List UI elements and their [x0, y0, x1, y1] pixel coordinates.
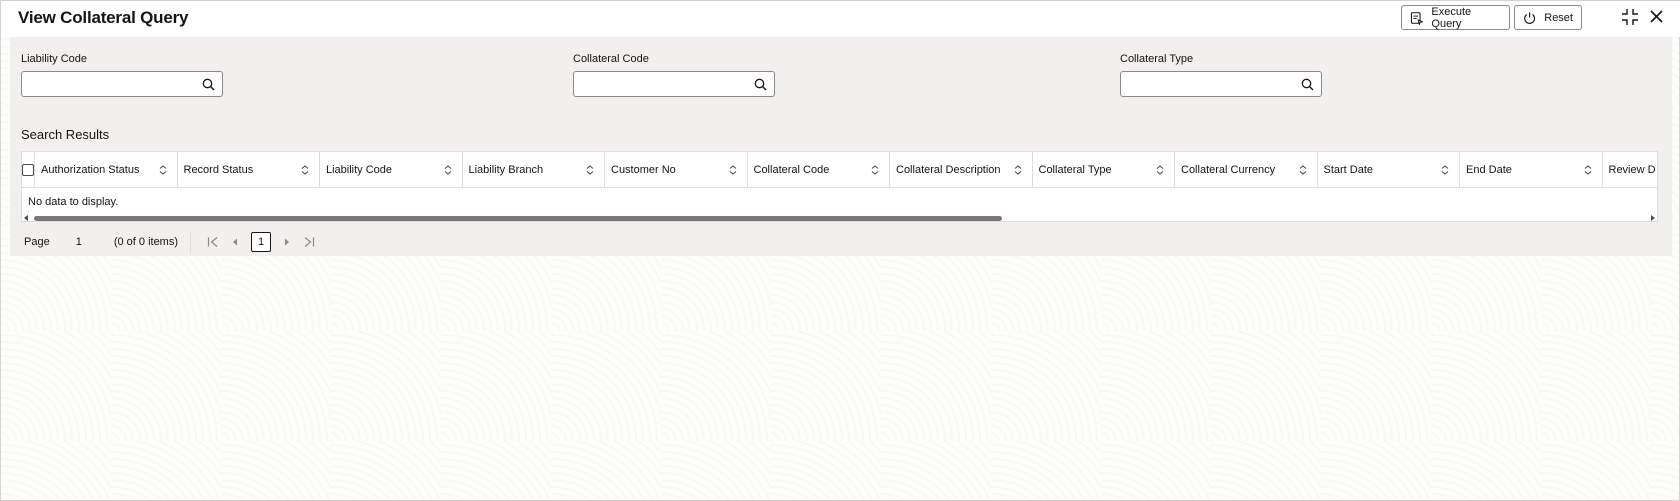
sort-icon[interactable] — [586, 165, 594, 175]
search-results-title: Search Results — [21, 127, 110, 142]
scroll-left-icon[interactable] — [24, 215, 29, 221]
collateral-code-field[interactable] — [573, 71, 775, 97]
execute-query-icon — [1410, 11, 1424, 25]
sort-icon[interactable] — [301, 165, 309, 175]
app-frame: View Collateral Query Execute Query Rese… — [0, 0, 1680, 501]
reset-icon — [1524, 11, 1536, 24]
column-header[interactable]: Start Date — [1318, 152, 1460, 188]
column-header[interactable]: Collateral Currency — [1175, 152, 1318, 188]
table-header: Authorization Status Record Status Liabili… — [22, 152, 1658, 188]
column-header[interactable]: Review D — [1603, 152, 1658, 188]
column-header-label: Record Status — [183, 164, 254, 176]
collateral-code-label: Collateral Code — [573, 53, 649, 65]
column-header-label: Collateral Code — [753, 164, 830, 176]
column-header-label: Customer No — [611, 164, 676, 176]
results-table: Authorization Status Record Status Liabili… — [21, 151, 1658, 222]
column-header-label: Liability Branch — [468, 164, 544, 176]
collateral-type-label: Collateral Type — [1120, 53, 1194, 65]
sort-icon[interactable] — [444, 165, 452, 175]
column-header-label: Start Date — [1323, 164, 1374, 176]
pager-divider — [190, 231, 192, 253]
sort-icon[interactable] — [159, 165, 167, 175]
items-count: (0 of 0 items) — [113, 236, 179, 248]
sort-icon[interactable] — [1299, 165, 1307, 175]
close-icon[interactable] — [1649, 9, 1664, 24]
last-page-icon[interactable] — [303, 237, 315, 247]
sort-icon[interactable] — [729, 165, 737, 175]
sort-icon[interactable] — [1156, 165, 1164, 175]
scroll-right-icon[interactable] — [1650, 215, 1655, 221]
horizontal-scrollbar[interactable] — [22, 214, 1657, 221]
reset-button[interactable]: Reset — [1514, 5, 1582, 30]
current-page-button[interactable]: 1 — [251, 232, 272, 252]
page-label: Page — [24, 236, 50, 248]
column-header[interactable]: Collateral Type — [1033, 152, 1175, 188]
column-header[interactable]: Authorization Status — [35, 152, 178, 188]
column-header-label: Review D — [1608, 164, 1656, 176]
execute-query-label: Execute Query — [1431, 5, 1472, 30]
column-header[interactable]: Collateral Description — [890, 152, 1033, 188]
sort-icon[interactable] — [1441, 165, 1449, 175]
collateral-code-input[interactable] — [574, 72, 744, 96]
column-header-label: Collateral Type — [1038, 164, 1112, 176]
collateral-type-input[interactable] — [1121, 72, 1291, 96]
reset-label: Reset — [1544, 11, 1573, 24]
search-icon[interactable] — [1301, 78, 1314, 91]
page-title: View Collateral Query — [18, 8, 189, 27]
search-icon[interactable] — [202, 78, 215, 91]
collapse-icon[interactable] — [1621, 8, 1639, 26]
liability-code-label: Liability Code — [21, 53, 88, 65]
page-header: View Collateral Query Execute Query Rese… — [1, 1, 1680, 37]
column-header[interactable]: Liability Code — [320, 152, 463, 188]
column-header-label: End Date — [1466, 164, 1512, 176]
search-icon[interactable] — [754, 78, 767, 91]
liability-code-input[interactable] — [22, 72, 192, 96]
column-header[interactable]: End Date — [1460, 152, 1603, 188]
column-header[interactable]: Customer No — [605, 152, 748, 188]
collateral-type-field[interactable] — [1120, 71, 1322, 97]
execute-query-button[interactable]: Execute Query — [1401, 5, 1510, 30]
column-header[interactable]: Collateral Code — [748, 152, 890, 188]
query-panel: Liability Code Collateral Code Collatera… — [10, 37, 1672, 256]
page-number: 1 — [75, 236, 82, 248]
column-header-label: Liability Code — [326, 164, 393, 176]
column-header-label: Collateral Currency — [1181, 164, 1276, 176]
sort-icon[interactable] — [1584, 165, 1592, 175]
select-all-cell — [22, 152, 35, 188]
prev-page-icon[interactable] — [231, 237, 239, 247]
select-all-checkbox[interactable] — [22, 164, 34, 176]
sort-icon[interactable] — [1014, 165, 1022, 175]
liability-code-field[interactable] — [21, 71, 223, 97]
column-header-label: Collateral Description — [896, 164, 1001, 176]
next-page-icon[interactable] — [283, 237, 291, 247]
empty-message: No data to display. — [28, 196, 119, 208]
column-header[interactable]: Record Status — [178, 152, 320, 188]
sort-icon[interactable] — [871, 165, 879, 175]
scrollbar-thumb[interactable] — [34, 216, 1002, 221]
pagination: Page 1 (0 of 0 items) 1 — [24, 231, 321, 253]
column-header-label: Authorization Status — [41, 164, 140, 176]
first-page-icon[interactable] — [207, 237, 219, 247]
column-header[interactable]: Liability Branch — [463, 152, 605, 188]
